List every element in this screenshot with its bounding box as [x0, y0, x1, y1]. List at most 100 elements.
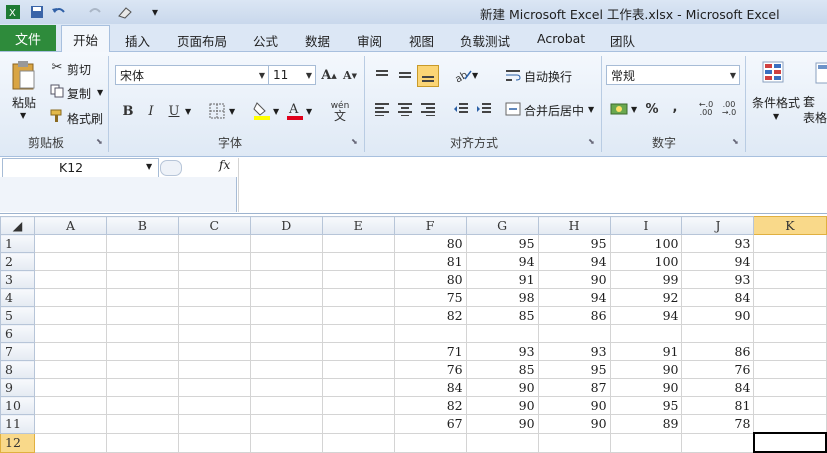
cell-h8[interactable]: 95 [537, 360, 611, 379]
cell-j2[interactable]: 94 [681, 252, 755, 271]
cell-i11[interactable]: 89 [609, 414, 683, 434]
cell-b1[interactable] [105, 234, 179, 253]
cell-i5[interactable]: 94 [609, 306, 683, 325]
cell-e11[interactable] [321, 414, 395, 434]
cell-b3[interactable] [105, 270, 179, 289]
cell-j12[interactable] [681, 432, 755, 453]
cell-f10[interactable]: 82 [393, 396, 467, 415]
cell-e4[interactable] [321, 288, 395, 307]
align-middle-icon[interactable] [396, 66, 414, 84]
cell-h2[interactable]: 94 [537, 252, 611, 271]
row-header[interactable]: 5 [0, 306, 35, 325]
cell-j5[interactable]: 90 [681, 306, 755, 325]
column-header-f[interactable]: F [393, 216, 467, 235]
save-icon[interactable] [28, 3, 46, 21]
cell-j10[interactable]: 81 [681, 396, 755, 415]
cell-d2[interactable] [249, 252, 323, 271]
currency-dropdown-icon[interactable]: ▼ [631, 105, 637, 114]
cell-j3[interactable]: 93 [681, 270, 755, 289]
tab-page-layout[interactable]: 页面布局 [177, 31, 227, 50]
row-header[interactable]: 1 [0, 234, 35, 253]
number-format-combo[interactable]: 常规 ▼ [606, 65, 740, 85]
cell-e3[interactable] [321, 270, 395, 289]
cell-j4[interactable]: 84 [681, 288, 755, 307]
cell-a10[interactable] [33, 396, 107, 415]
cell-f6[interactable] [393, 324, 467, 343]
row-header[interactable]: 12 [0, 432, 35, 453]
tab-data[interactable]: 数据 [305, 31, 330, 50]
borders-dropdown-icon[interactable]: ▼ [229, 107, 235, 116]
cell-k8[interactable] [753, 360, 827, 379]
row-header[interactable]: 11 [0, 414, 35, 434]
insert-function-button[interactable]: fx [219, 158, 230, 172]
row-header[interactable]: 7 [0, 342, 35, 361]
bold-button[interactable]: B [120, 102, 136, 120]
row-header[interactable]: 10 [0, 396, 35, 415]
cell-b6[interactable] [105, 324, 179, 343]
row-header[interactable]: 8 [0, 360, 35, 379]
cell-k5[interactable] [753, 306, 827, 325]
formula-input[interactable] [238, 158, 827, 212]
cell-e8[interactable] [321, 360, 395, 379]
column-header-g[interactable]: G [465, 216, 539, 235]
cell-b7[interactable] [105, 342, 179, 361]
cell-h3[interactable]: 90 [537, 270, 611, 289]
cell-g1[interactable]: 95 [465, 234, 539, 253]
cell-g12[interactable] [465, 432, 539, 453]
comma-button[interactable]: , [668, 98, 682, 116]
cell-d11[interactable] [249, 414, 323, 434]
tab-load-test[interactable]: 负载测试 [460, 31, 510, 50]
cell-h1[interactable]: 95 [537, 234, 611, 253]
cell-b4[interactable] [105, 288, 179, 307]
cell-f3[interactable]: 80 [393, 270, 467, 289]
conditional-formatting-button[interactable]: 条件格式 [752, 94, 800, 111]
cell-f9[interactable]: 84 [393, 378, 467, 397]
redo-icon[interactable] [86, 3, 104, 21]
cell-k7[interactable] [753, 342, 827, 361]
cell-g5[interactable]: 85 [465, 306, 539, 325]
font-color-dropdown-icon[interactable]: ▼ [306, 107, 312, 116]
cell-g2[interactable]: 94 [465, 252, 539, 271]
fill-color-dropdown-icon[interactable]: ▼ [273, 107, 279, 116]
cell-i12[interactable] [609, 432, 683, 453]
cell-h4[interactable]: 94 [537, 288, 611, 307]
select-all-corner[interactable]: ◢ [0, 216, 35, 235]
column-header-a[interactable]: A [33, 216, 107, 235]
cell-h9[interactable]: 87 [537, 378, 611, 397]
increase-indent-icon[interactable] [475, 100, 493, 118]
decrease-indent-icon[interactable] [452, 100, 470, 118]
orientation-icon[interactable]: ab [452, 66, 474, 84]
cell-b5[interactable] [105, 306, 179, 325]
eraser-icon[interactable] [116, 3, 134, 21]
cell-b10[interactable] [105, 396, 179, 415]
worksheet-grid[interactable]: ◢ ABCDEFGHIJK 1 80 95 95 100 93 2 81 94 94 100 94 3 8… [0, 216, 827, 453]
align-top-icon[interactable] [373, 66, 391, 84]
cell-a12[interactable] [33, 432, 107, 453]
shrink-font-icon[interactable]: A ▼ [341, 66, 359, 84]
cell-h7[interactable]: 93 [537, 342, 611, 361]
merge-dropdown-icon[interactable]: ▼ [588, 105, 594, 114]
cell-c10[interactable] [177, 396, 251, 415]
cell-d4[interactable] [249, 288, 323, 307]
cell-d1[interactable] [249, 234, 323, 253]
cell-e10[interactable] [321, 396, 395, 415]
align-center-icon[interactable] [396, 100, 414, 118]
cell-c5[interactable] [177, 306, 251, 325]
cell-a1[interactable] [33, 234, 107, 253]
cell-k6[interactable] [753, 324, 827, 343]
cell-d9[interactable] [249, 378, 323, 397]
tab-file[interactable]: 文件 [0, 25, 56, 51]
customize-toolbar-icon[interactable]: ▾ [146, 3, 164, 21]
column-header-d[interactable]: D [249, 216, 323, 235]
cell-c11[interactable] [177, 414, 251, 434]
cell-e1[interactable] [321, 234, 395, 253]
cell-c7[interactable] [177, 342, 251, 361]
cell-g3[interactable]: 91 [465, 270, 539, 289]
cell-a4[interactable] [33, 288, 107, 307]
cell-k1[interactable] [753, 234, 827, 253]
grow-font-icon[interactable]: A ▲ [320, 66, 338, 84]
cell-f1[interactable]: 80 [393, 234, 467, 253]
align-right-icon[interactable] [419, 100, 437, 118]
cut-button[interactable]: 剪切 [67, 61, 91, 78]
format-as-table-button[interactable]: 套 表格 [803, 94, 827, 126]
